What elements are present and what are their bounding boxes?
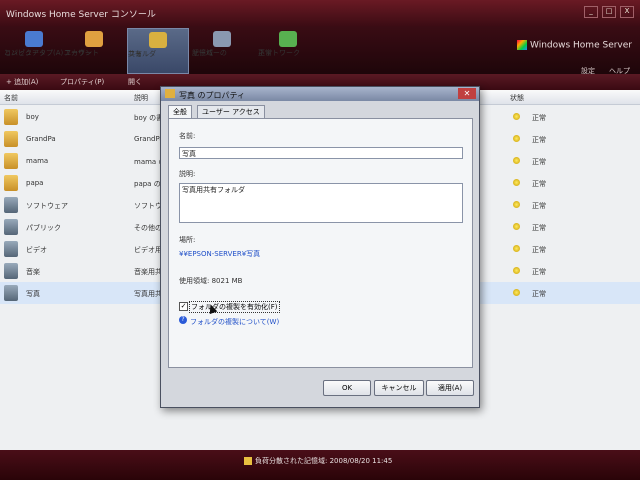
main-window: Windows Home Server コンソール _ □ X コンピュータ と… <box>0 0 640 480</box>
add-button[interactable]: + 追加(A) <box>6 77 38 87</box>
properties-button[interactable]: プロパティ(P) <box>60 77 104 87</box>
photo-folder-icon <box>4 285 18 301</box>
duplication-checkbox-label[interactable]: フォルダの複製を有効化(F) <box>189 301 280 313</box>
storage-icon <box>213 31 231 47</box>
location-label: 場所: <box>179 236 196 244</box>
tab-server-storage[interactable]: サーバーの 記憶域 <box>192 28 252 72</box>
status-ok-icon <box>513 289 520 296</box>
users-icon <box>85 31 103 47</box>
tab-computers-backup[interactable]: コンピュータ とバックアップ(A) <box>4 28 64 72</box>
status-ok-icon <box>513 223 520 230</box>
close-button[interactable]: X <box>620 6 634 18</box>
tab-network-status[interactable]: ネットワーク 正常 <box>258 28 318 72</box>
dialog-title: 写真 のプロパティ <box>179 91 246 100</box>
title-bar: Windows Home Server コンソール _ □ X <box>0 0 640 26</box>
folder-icon <box>165 89 175 98</box>
folder-name: mama <box>26 157 49 165</box>
help-icon: ? <box>179 316 187 324</box>
folder-name: 写真 <box>26 290 40 298</box>
folder-status: 正常 <box>532 114 546 122</box>
folder-icon <box>4 109 18 125</box>
app-title: Windows Home Server コンソール <box>6 10 156 20</box>
folder-description: 音楽用共 <box>134 268 162 276</box>
cancel-button[interactable]: キャンセル <box>374 380 424 396</box>
tab-label: とバックアップ(A) <box>4 49 64 57</box>
status-ok-icon <box>513 135 520 142</box>
software-folder-icon <box>4 197 18 213</box>
tab-general[interactable]: 全般 <box>168 105 192 119</box>
status-ok-icon <box>513 245 520 252</box>
duplication-checkbox[interactable]: ✓ <box>179 302 188 311</box>
public-folder-icon <box>4 219 18 235</box>
shared-folder-icon <box>149 32 167 48</box>
folder-status: 正常 <box>532 136 546 144</box>
storage-status-icon <box>244 457 252 465</box>
video-folder-icon <box>4 241 18 257</box>
location-value: ¥¥EPSON-SERVER¥写真 <box>179 250 261 258</box>
folder-status: 正常 <box>532 246 546 254</box>
tab-user-access[interactable]: ユーザー アクセス <box>197 105 265 118</box>
folder-name: ソフトウェア <box>26 202 68 210</box>
folder-name: パブリック <box>26 224 61 232</box>
status-bar: 負荷分散された記憶域: 2008/08/20 11:45 <box>0 450 640 480</box>
status-ok-icon <box>513 113 520 120</box>
column-status[interactable]: 状態 <box>510 93 524 103</box>
column-description[interactable]: 説明 <box>134 93 148 103</box>
tab-label: 正常 <box>258 49 272 57</box>
tab-user-accounts[interactable]: ユーザー アカウント <box>64 28 124 72</box>
music-folder-icon <box>4 263 18 279</box>
folder-name: boy <box>26 113 39 121</box>
status-ok-icon <box>513 201 520 208</box>
dialog-title-bar[interactable]: 写真 のプロパティ ✕ <box>161 87 479 101</box>
folder-status: 正常 <box>532 268 546 276</box>
windows-logo-icon <box>517 40 527 50</box>
status-ok-icon <box>513 267 520 274</box>
folder-icon <box>4 175 18 191</box>
tab-label: 記憶域 <box>192 49 213 57</box>
description-field[interactable]: 写真用共有フォルダ <box>179 183 463 223</box>
dialog-close-button[interactable]: ✕ <box>458 88 476 99</box>
folder-name: GrandPa <box>26 135 56 143</box>
folder-name: papa <box>26 179 44 187</box>
folder-status: 正常 <box>532 202 546 210</box>
status-ok-icon <box>513 179 520 186</box>
folder-status: 正常 <box>532 180 546 188</box>
folder-status: 正常 <box>532 224 546 232</box>
column-name[interactable]: 名前 <box>4 93 18 103</box>
tab-shared-folders[interactable]: 共有 フォルダ <box>127 28 189 74</box>
status-ok-icon <box>513 157 520 164</box>
computer-icon <box>25 31 43 47</box>
brand-logo: Windows Home Server <box>517 40 632 51</box>
general-panel: 名前: 写真 説明: 写真用共有フォルダ 場所: ¥¥EPSON-SERVER¥… <box>168 118 473 368</box>
network-icon <box>279 31 297 47</box>
duplication-help-link[interactable]: フォルダの複製について(W) <box>190 317 279 327</box>
storage-status: 負荷分散された記憶域: 2008/08/20 11:45 <box>244 456 392 466</box>
maximize-button[interactable]: □ <box>602 6 616 18</box>
open-button[interactable]: 開く <box>128 77 142 87</box>
apply-button[interactable]: 適用(A) <box>426 380 474 396</box>
properties-dialog: 写真 のプロパティ ✕ 全般 ユーザー アクセス 名前: 写真 説明: 写真用共… <box>160 86 480 408</box>
window-controls: _ □ X <box>584 6 634 18</box>
folder-description: 写真用共 <box>134 290 162 298</box>
used-space-text: 使用領域: 8021 MB <box>179 277 243 285</box>
navigation-toolbar: コンピュータ とバックアップ(A) ユーザー アカウント 共有 フォルダ サーバ… <box>0 26 640 75</box>
name-field[interactable]: 写真 <box>179 147 463 159</box>
storage-status-text: 負荷分散された記憶域: 2008/08/20 11:45 <box>255 457 393 465</box>
tab-label: フォルダ <box>128 50 156 58</box>
folder-icon <box>4 153 18 169</box>
folder-name: 音楽 <box>26 268 40 276</box>
minimize-button[interactable]: _ <box>584 6 598 18</box>
description-label: 説明: <box>179 170 196 178</box>
name-label: 名前: <box>179 132 196 140</box>
folder-name: ビデオ <box>26 246 47 254</box>
folder-icon <box>4 131 18 147</box>
tab-label: アカウント <box>64 49 99 57</box>
brand-text: Windows Home Server <box>530 40 632 51</box>
folder-status: 正常 <box>532 290 546 298</box>
ok-button[interactable]: OK <box>323 380 371 396</box>
folder-status: 正常 <box>532 158 546 166</box>
